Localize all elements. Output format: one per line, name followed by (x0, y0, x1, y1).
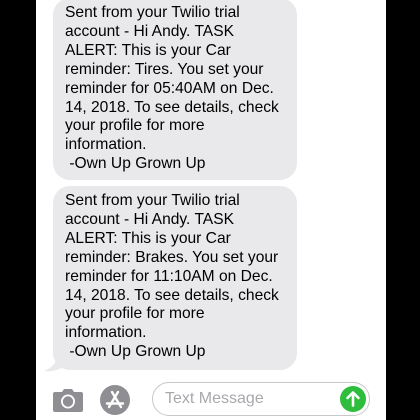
message-input-container[interactable] (152, 382, 370, 416)
message-bubble[interactable]: Sent from your Twilio trial account - Hi… (53, 186, 297, 370)
send-button[interactable] (340, 386, 366, 412)
bubble-tail (44, 352, 66, 372)
send-arrow-icon (346, 391, 360, 407)
message-composer (36, 378, 386, 420)
app-store-icon (100, 385, 130, 415)
camera-button[interactable] (52, 387, 84, 413)
camera-icon (53, 389, 83, 412)
message-bubble[interactable]: Sent from your Twilio trial account - Hi… (53, 0, 297, 180)
messages-screen: Sent from your Twilio trial account - Hi… (36, 0, 386, 420)
message-input[interactable] (165, 383, 335, 415)
apps-button[interactable] (99, 384, 131, 416)
